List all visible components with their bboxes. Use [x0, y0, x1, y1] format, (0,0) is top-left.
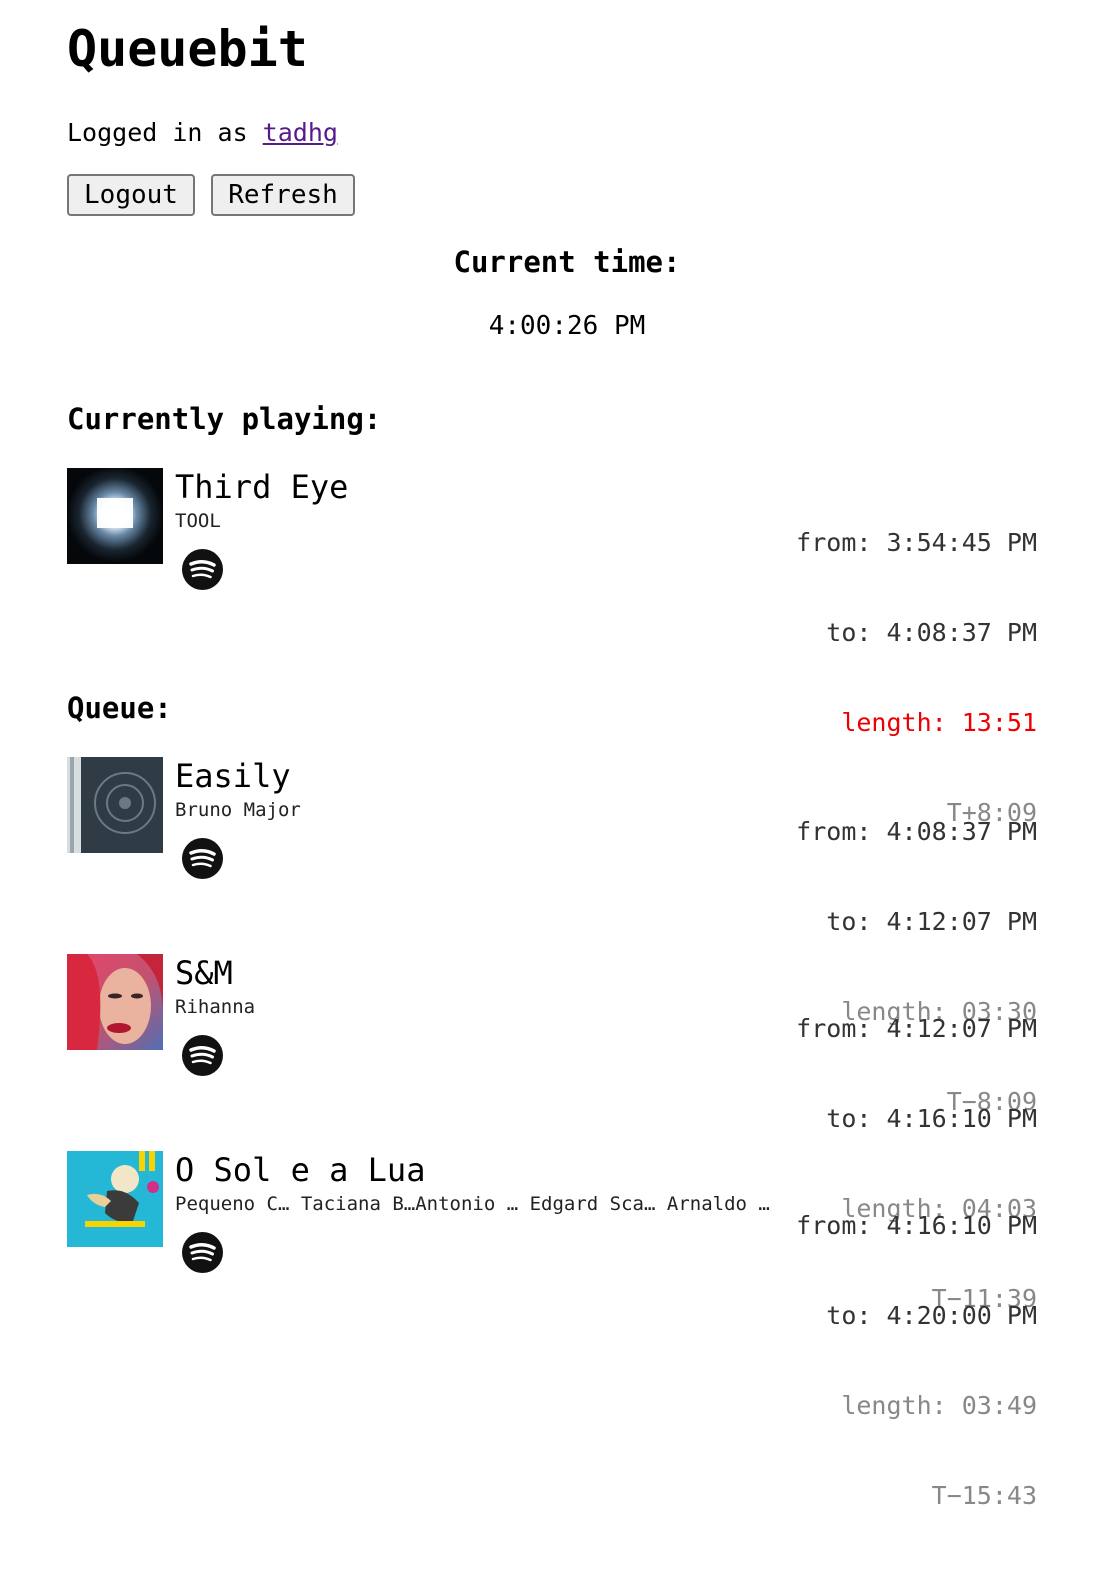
spotify-icon[interactable]: [182, 549, 223, 590]
time-from: from: 4:08:37 PM: [796, 817, 1037, 846]
username-link[interactable]: tadhg: [263, 118, 338, 147]
login-status: Logged in as tadhg: [67, 118, 338, 147]
spotify-icon[interactable]: [182, 1232, 223, 1273]
current-time-value: 4:00:26 PM: [488, 311, 646, 341]
album-cover: [67, 1151, 163, 1247]
track-title: Third Eye: [175, 468, 349, 506]
time-to: to: 4:16:10 PM: [826, 1104, 1037, 1133]
album-cover: [67, 954, 163, 1050]
album-cover: [67, 757, 163, 853]
time-from: from: 4:12:07 PM: [796, 1014, 1037, 1043]
queue-item: S&M Rihanna from: 4:12:07 PM to: 4:16:10…: [67, 954, 1037, 1313]
login-prefix: Logged in as: [67, 118, 263, 147]
track-title: S&M: [175, 954, 233, 992]
time-length: length: 03:49: [841, 1391, 1037, 1420]
logout-button[interactable]: Logout: [67, 174, 195, 216]
time-to: to: 4:12:07 PM: [826, 907, 1037, 936]
time-from: from: 3:54:45 PM: [796, 528, 1037, 557]
track-title: O Sol e a Lua: [175, 1151, 426, 1189]
time-to: to: 4:08:37 PM: [826, 618, 1037, 647]
spotify-icon[interactable]: [182, 1035, 223, 1076]
queue-item: Easily Bruno Major from: 4:08:37 PM to: …: [67, 757, 1037, 1116]
time-relative: T−15:43: [931, 1481, 1037, 1510]
spotify-icon[interactable]: [182, 838, 223, 879]
track-artist: Bruno Major: [175, 799, 301, 821]
time-length: length: 13:51: [841, 708, 1037, 737]
album-cover: [67, 468, 163, 564]
time-to: to: 4:20:00 PM: [826, 1301, 1037, 1330]
refresh-button[interactable]: Refresh: [211, 174, 355, 216]
track-title: Easily: [175, 757, 291, 795]
track-artist: Rihanna: [175, 996, 256, 1018]
time-from: from: 4:16:10 PM: [796, 1211, 1037, 1240]
currently-playing-heading: Currently playing:: [67, 402, 382, 436]
track-artist: Pequeno C… Taciana B…Antonio … Edgard Sc…: [175, 1193, 770, 1215]
queue-heading: Queue:: [67, 691, 172, 725]
current-time-label: Current time:: [453, 245, 681, 279]
track-artist: TOOL: [175, 510, 221, 532]
current-track: Third Eye TOOL from: 3:54:45 PM to: 4:08…: [67, 468, 1037, 827]
app-title: Queuebit: [67, 20, 308, 78]
track-times: from: 4:16:10 PM to: 4:20:00 PM length: …: [796, 1151, 1037, 1571]
queue-item: O Sol e a Lua Pequeno C… Taciana B…Anton…: [67, 1151, 1037, 1510]
